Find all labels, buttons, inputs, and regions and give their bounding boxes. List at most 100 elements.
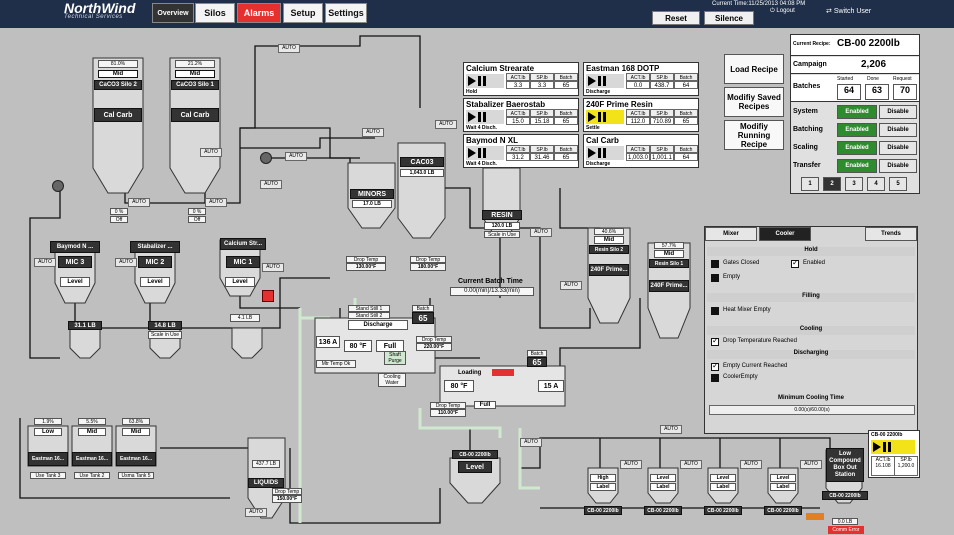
cooler-amps: 15 A	[538, 380, 564, 392]
play-icon[interactable]	[588, 148, 596, 158]
auto-tag[interactable]: AUTO	[205, 198, 227, 207]
auto-tag[interactable]: AUTO	[245, 508, 267, 517]
page-button-5[interactable]: 5	[889, 177, 907, 191]
sp-header: SP.lb	[530, 145, 554, 153]
page-button-4[interactable]: 4	[867, 177, 885, 191]
boxout-alarm[interactable]: Comm Error	[828, 526, 864, 534]
modify-running-recipe-button[interactable]: Modifiy Running Recipe	[724, 120, 784, 150]
pause-icon[interactable]	[598, 112, 606, 122]
play-icon[interactable]	[468, 112, 476, 122]
boxout-controls[interactable]	[871, 440, 915, 454]
enabled-button[interactable]: Enabled	[837, 159, 877, 173]
tank-pct: 5.5%	[78, 418, 106, 425]
auto-tag[interactable]: AUTO	[740, 460, 762, 469]
sp-header: SP.lb	[650, 73, 674, 81]
auto-tag[interactable]: AUTO	[800, 460, 822, 469]
enabled-button[interactable]: Enabled	[837, 123, 877, 137]
tab-mixer[interactable]: Mixer	[705, 227, 757, 241]
auto-tag[interactable]: AUTO	[520, 438, 542, 447]
nav-overview[interactable]: Overview	[152, 3, 194, 23]
alarm-indicator[interactable]	[262, 290, 274, 302]
nav-settings[interactable]: Settings	[325, 3, 367, 23]
pause-icon[interactable]	[598, 148, 606, 158]
sp-value: 1,001.1	[650, 153, 674, 161]
disable-button[interactable]: Disable	[879, 141, 917, 155]
silo2-vfd[interactable]: 0 %	[110, 208, 128, 215]
pause-icon[interactable]	[478, 76, 486, 86]
page-button-1[interactable]: 1	[801, 177, 819, 191]
material-status: Discharge	[586, 89, 611, 95]
nav-silos[interactable]: Silos	[195, 3, 235, 23]
play-icon[interactable]	[468, 148, 476, 158]
auto-tag[interactable]: AUTO	[128, 198, 150, 207]
auto-tag[interactable]: AUTO	[620, 460, 642, 469]
pause-icon[interactable]	[883, 442, 891, 452]
batch-value: 65	[554, 81, 578, 89]
sp-header: SP.lb	[530, 73, 554, 81]
logout-link[interactable]: ⏻ Logout	[770, 8, 795, 15]
auto-tag[interactable]: AUTO	[262, 263, 284, 272]
liquids-drop-temp: 150.00°F	[272, 495, 302, 503]
request-input[interactable]: 70	[893, 84, 917, 100]
play-icon[interactable]	[468, 76, 476, 86]
disable-button[interactable]: Disable	[879, 159, 917, 173]
play-icon[interactable]	[873, 442, 881, 452]
auto-tag[interactable]: AUTO	[278, 44, 300, 53]
cooler-alarm-indicator[interactable]	[492, 369, 514, 376]
auto-tag[interactable]: AUTO	[285, 152, 307, 161]
pause-icon[interactable]	[478, 148, 486, 158]
resin-silo2-level: Mid	[594, 236, 624, 244]
material-controls[interactable]	[586, 74, 624, 88]
tab-trends[interactable]: Trends	[865, 227, 917, 241]
silo1-vfd[interactable]: 0 %	[188, 208, 206, 215]
auto-tag[interactable]: AUTO	[260, 180, 282, 189]
tab-cooler[interactable]: Cooler	[759, 227, 811, 241]
disable-button[interactable]: Disable	[879, 105, 917, 119]
pause-icon[interactable]	[478, 112, 486, 122]
auto-tag[interactable]: AUTO	[660, 425, 682, 434]
warning-indicator[interactable]	[806, 513, 824, 520]
discharge-status: Discharge	[348, 320, 408, 330]
sp-value: 31.46	[530, 153, 554, 161]
load-recipe-button[interactable]: Load Recipe	[724, 54, 784, 84]
enabled-checkbox[interactable]	[791, 258, 799, 268]
reset-button[interactable]: Reset	[652, 11, 700, 25]
auto-tag[interactable]: AUTO	[560, 281, 582, 290]
sp-value: 15.18	[530, 117, 554, 125]
material-controls[interactable]	[586, 146, 624, 160]
auto-tag[interactable]: AUTO	[362, 128, 384, 137]
play-icon[interactable]	[588, 76, 596, 86]
tank-use: Use Tank 3	[30, 472, 66, 479]
material-controls[interactable]	[586, 110, 624, 124]
auto-tag[interactable]: AUTO	[530, 228, 552, 237]
page-button-2[interactable]: 2	[823, 177, 841, 191]
nav-alarms[interactable]: Alarms	[237, 3, 281, 23]
switch-user-link[interactable]: ⇄ Switch User	[826, 7, 871, 15]
auto-tag[interactable]: AUTO	[200, 148, 222, 157]
modify-saved-recipes-button[interactable]: Modifiy Saved Recipes	[724, 87, 784, 117]
enabled-button[interactable]: Enabled	[837, 141, 877, 155]
material-controls[interactable]	[466, 146, 504, 160]
nav-setup[interactable]: Setup	[283, 3, 323, 23]
pause-icon[interactable]	[598, 76, 606, 86]
auto-tag[interactable]: AUTO	[34, 258, 56, 267]
motor-icon[interactable]	[260, 152, 272, 164]
disable-button[interactable]: Disable	[879, 123, 917, 137]
shaft-purge: Shaft Purge	[384, 351, 406, 365]
enabled-button[interactable]: Enabled	[837, 105, 877, 119]
page-button-3[interactable]: 3	[845, 177, 863, 191]
material-controls[interactable]	[466, 110, 504, 124]
boxout-title: Low Compound Box Out Station	[826, 448, 864, 482]
auto-tag[interactable]: AUTO	[435, 120, 457, 129]
request-label: Request	[893, 76, 912, 82]
act-header: ACT.lb	[506, 73, 530, 81]
material-value-row: 3.3 3.3 65	[506, 81, 578, 89]
auto-tag[interactable]: AUTO	[115, 258, 137, 267]
play-icon[interactable]	[588, 112, 596, 122]
silence-button[interactable]: Silence	[704, 11, 754, 25]
auto-tag[interactable]: AUTO	[680, 460, 702, 469]
motor-icon[interactable]	[52, 180, 64, 192]
material-controls[interactable]	[466, 74, 504, 88]
current-recipe-label: Current Recipe:	[793, 41, 831, 47]
material-header-row: ACT.lb SP.lb Batch	[626, 145, 698, 153]
